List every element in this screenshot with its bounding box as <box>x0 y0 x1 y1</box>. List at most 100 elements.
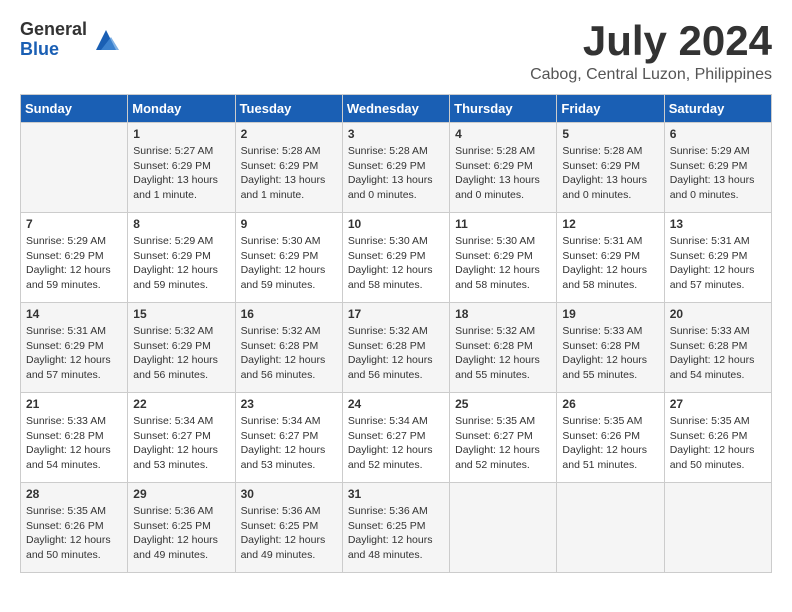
day-info: Sunrise: 5:28 AM Sunset: 6:29 PM Dayligh… <box>348 144 444 203</box>
day-number: 15 <box>133 307 229 321</box>
day-number: 7 <box>26 217 122 231</box>
calendar-cell: 3Sunrise: 5:28 AM Sunset: 6:29 PM Daylig… <box>342 123 449 213</box>
day-number: 13 <box>670 217 766 231</box>
day-number: 1 <box>133 127 229 141</box>
day-number: 19 <box>562 307 658 321</box>
day-number: 25 <box>455 397 551 411</box>
calendar-cell: 14 Sunrise: 5:31 AM Sunset: 6:29 PM Dayli… <box>21 303 128 393</box>
day-info: Sunrise: 5:32 AM Sunset: 6:28 PM Dayligh… <box>241 324 337 383</box>
day-info: Sunrise: 5:34 AM Sunset: 6:27 PM Dayligh… <box>133 414 229 473</box>
calendar-cell: 29 Sunrise: 5:36 AM Sunset: 6:25 PM Dayli… <box>128 483 235 573</box>
calendar-cell <box>557 483 664 573</box>
calendar-cell: 10Sunrise: 5:30 AM Sunset: 6:29 PM Dayli… <box>342 213 449 303</box>
day-info: Sunrise: 5:29 AM Sunset: 6:29 PM Dayligh… <box>133 234 229 293</box>
day-number: 16 <box>241 307 337 321</box>
day-info: Sunrise: 5:30 AM Sunset: 6:29 PM Dayligh… <box>348 234 444 293</box>
page-header: General Blue July 2024 Cabog, Central Lu… <box>20 20 772 84</box>
day-info: Sunrise: 5:27 AM Sunset: 6:29 PM Dayligh… <box>133 144 229 203</box>
calendar-cell: 24 Sunrise: 5:34 AM Sunset: 6:27 PM Dayli… <box>342 393 449 483</box>
day-number: 31 <box>348 487 444 501</box>
calendar-cell: 8 Sunrise: 5:29 AM Sunset: 6:29 PM Daylig… <box>128 213 235 303</box>
calendar-cell <box>664 483 771 573</box>
calendar-cell <box>21 123 128 213</box>
calendar-cell: 7 Sunrise: 5:29 AM Sunset: 6:29 PM Daylig… <box>21 213 128 303</box>
calendar-cell: 18Sunrise: 5:32 AM Sunset: 6:28 PM Dayli… <box>450 303 557 393</box>
calendar-cell: 26 Sunrise: 5:35 AM Sunset: 6:26 PM Dayli… <box>557 393 664 483</box>
day-number: 9 <box>241 217 337 231</box>
calendar-week-5: 28 Sunrise: 5:35 AM Sunset: 6:26 PM Dayli… <box>21 483 772 573</box>
day-info: Sunrise: 5:31 AM Sunset: 6:29 PM Dayligh… <box>26 324 122 383</box>
calendar-cell <box>450 483 557 573</box>
day-info: Sunrise: 5:28 AM Sunset: 6:29 PM Dayligh… <box>241 144 337 203</box>
calendar-cell: 9 Sunrise: 5:30 AM Sunset: 6:29 PM Daylig… <box>235 213 342 303</box>
day-number: 24 <box>348 397 444 411</box>
day-info: Sunrise: 5:35 AM Sunset: 6:27 PM Dayligh… <box>455 414 551 473</box>
day-number: 22 <box>133 397 229 411</box>
calendar-cell: 23Sunrise: 5:34 AM Sunset: 6:27 PM Dayli… <box>235 393 342 483</box>
day-info: Sunrise: 5:35 AM Sunset: 6:26 PM Dayligh… <box>670 414 766 473</box>
calendar-cell: 28 Sunrise: 5:35 AM Sunset: 6:26 PM Dayli… <box>21 483 128 573</box>
calendar-cell: 19 Sunrise: 5:33 AM Sunset: 6:28 PM Dayli… <box>557 303 664 393</box>
day-info: Sunrise: 5:32 AM Sunset: 6:28 PM Dayligh… <box>348 324 444 383</box>
day-number: 11 <box>455 217 551 231</box>
calendar-cell: 6 Sunrise: 5:29 AM Sunset: 6:29 PM Daylig… <box>664 123 771 213</box>
day-info: Sunrise: 5:34 AM Sunset: 6:27 PM Dayligh… <box>348 414 444 473</box>
calendar-cell: 17 Sunrise: 5:32 AM Sunset: 6:28 PM Dayli… <box>342 303 449 393</box>
day-number: 14 <box>26 307 122 321</box>
calendar-cell: 16 Sunrise: 5:32 AM Sunset: 6:28 PM Dayli… <box>235 303 342 393</box>
calendar-week-2: 7 Sunrise: 5:29 AM Sunset: 6:29 PM Daylig… <box>21 213 772 303</box>
day-info: Sunrise: 5:33 AM Sunset: 6:28 PM Dayligh… <box>670 324 766 383</box>
day-number: 20 <box>670 307 766 321</box>
day-info: Sunrise: 5:31 AM Sunset: 6:29 PM Dayligh… <box>562 234 658 293</box>
calendar-week-3: 14 Sunrise: 5:31 AM Sunset: 6:29 PM Dayli… <box>21 303 772 393</box>
header-tuesday: Tuesday <box>235 95 342 123</box>
day-number: 26 <box>562 397 658 411</box>
header-wednesday: Wednesday <box>342 95 449 123</box>
calendar-cell: 15Sunrise: 5:32 AM Sunset: 6:29 PM Dayli… <box>128 303 235 393</box>
day-number: 29 <box>133 487 229 501</box>
day-info: Sunrise: 5:29 AM Sunset: 6:29 PM Dayligh… <box>26 234 122 293</box>
day-info: Sunrise: 5:36 AM Sunset: 6:25 PM Dayligh… <box>241 504 337 563</box>
month-title: July 2024 <box>530 20 772 62</box>
calendar-cell: 21Sunrise: 5:33 AM Sunset: 6:28 PM Dayli… <box>21 393 128 483</box>
calendar-cell: 31 Sunrise: 5:36 AM Sunset: 6:25 PM Dayli… <box>342 483 449 573</box>
day-info: Sunrise: 5:30 AM Sunset: 6:29 PM Dayligh… <box>241 234 337 293</box>
calendar-week-4: 21Sunrise: 5:33 AM Sunset: 6:28 PM Dayli… <box>21 393 772 483</box>
header-monday: Monday <box>128 95 235 123</box>
header-thursday: Thursday <box>450 95 557 123</box>
day-number: 6 <box>670 127 766 141</box>
header-sunday: Sunday <box>21 95 128 123</box>
day-info: Sunrise: 5:29 AM Sunset: 6:29 PM Dayligh… <box>670 144 766 203</box>
day-number: 28 <box>26 487 122 501</box>
title-area: July 2024 Cabog, Central Luzon, Philippi… <box>530 20 772 84</box>
day-info: Sunrise: 5:35 AM Sunset: 6:26 PM Dayligh… <box>562 414 658 473</box>
calendar-cell: 4Sunrise: 5:28 AM Sunset: 6:29 PM Daylig… <box>450 123 557 213</box>
logo-general-text: General <box>20 20 87 40</box>
day-info: Sunrise: 5:32 AM Sunset: 6:28 PM Dayligh… <box>455 324 551 383</box>
calendar-cell: 11 Sunrise: 5:30 AM Sunset: 6:29 PM Dayli… <box>450 213 557 303</box>
header-friday: Friday <box>557 95 664 123</box>
day-info: Sunrise: 5:35 AM Sunset: 6:26 PM Dayligh… <box>26 504 122 563</box>
day-number: 2 <box>241 127 337 141</box>
calendar-cell: 13Sunrise: 5:31 AM Sunset: 6:29 PM Dayli… <box>664 213 771 303</box>
day-number: 21 <box>26 397 122 411</box>
calendar-cell: 12 Sunrise: 5:31 AM Sunset: 6:29 PM Dayli… <box>557 213 664 303</box>
day-info: Sunrise: 5:36 AM Sunset: 6:25 PM Dayligh… <box>348 504 444 563</box>
header-saturday: Saturday <box>664 95 771 123</box>
calendar-cell: 2 Sunrise: 5:28 AM Sunset: 6:29 PM Daylig… <box>235 123 342 213</box>
day-number: 23 <box>241 397 337 411</box>
calendar-cell: 22 Sunrise: 5:34 AM Sunset: 6:27 PM Dayli… <box>128 393 235 483</box>
day-info: Sunrise: 5:30 AM Sunset: 6:29 PM Dayligh… <box>455 234 551 293</box>
calendar-cell: 1 Sunrise: 5:27 AM Sunset: 6:29 PM Daylig… <box>128 123 235 213</box>
day-number: 17 <box>348 307 444 321</box>
day-info: Sunrise: 5:28 AM Sunset: 6:29 PM Dayligh… <box>562 144 658 203</box>
day-number: 30 <box>241 487 337 501</box>
day-info: Sunrise: 5:36 AM Sunset: 6:25 PM Dayligh… <box>133 504 229 563</box>
calendar-cell: 25 Sunrise: 5:35 AM Sunset: 6:27 PM Dayli… <box>450 393 557 483</box>
day-number: 8 <box>133 217 229 231</box>
location: Cabog, Central Luzon, Philippines <box>530 66 772 84</box>
day-number: 5 <box>562 127 658 141</box>
day-number: 12 <box>562 217 658 231</box>
day-info: Sunrise: 5:33 AM Sunset: 6:28 PM Dayligh… <box>562 324 658 383</box>
calendar-cell: 20 Sunrise: 5:33 AM Sunset: 6:28 PM Dayli… <box>664 303 771 393</box>
